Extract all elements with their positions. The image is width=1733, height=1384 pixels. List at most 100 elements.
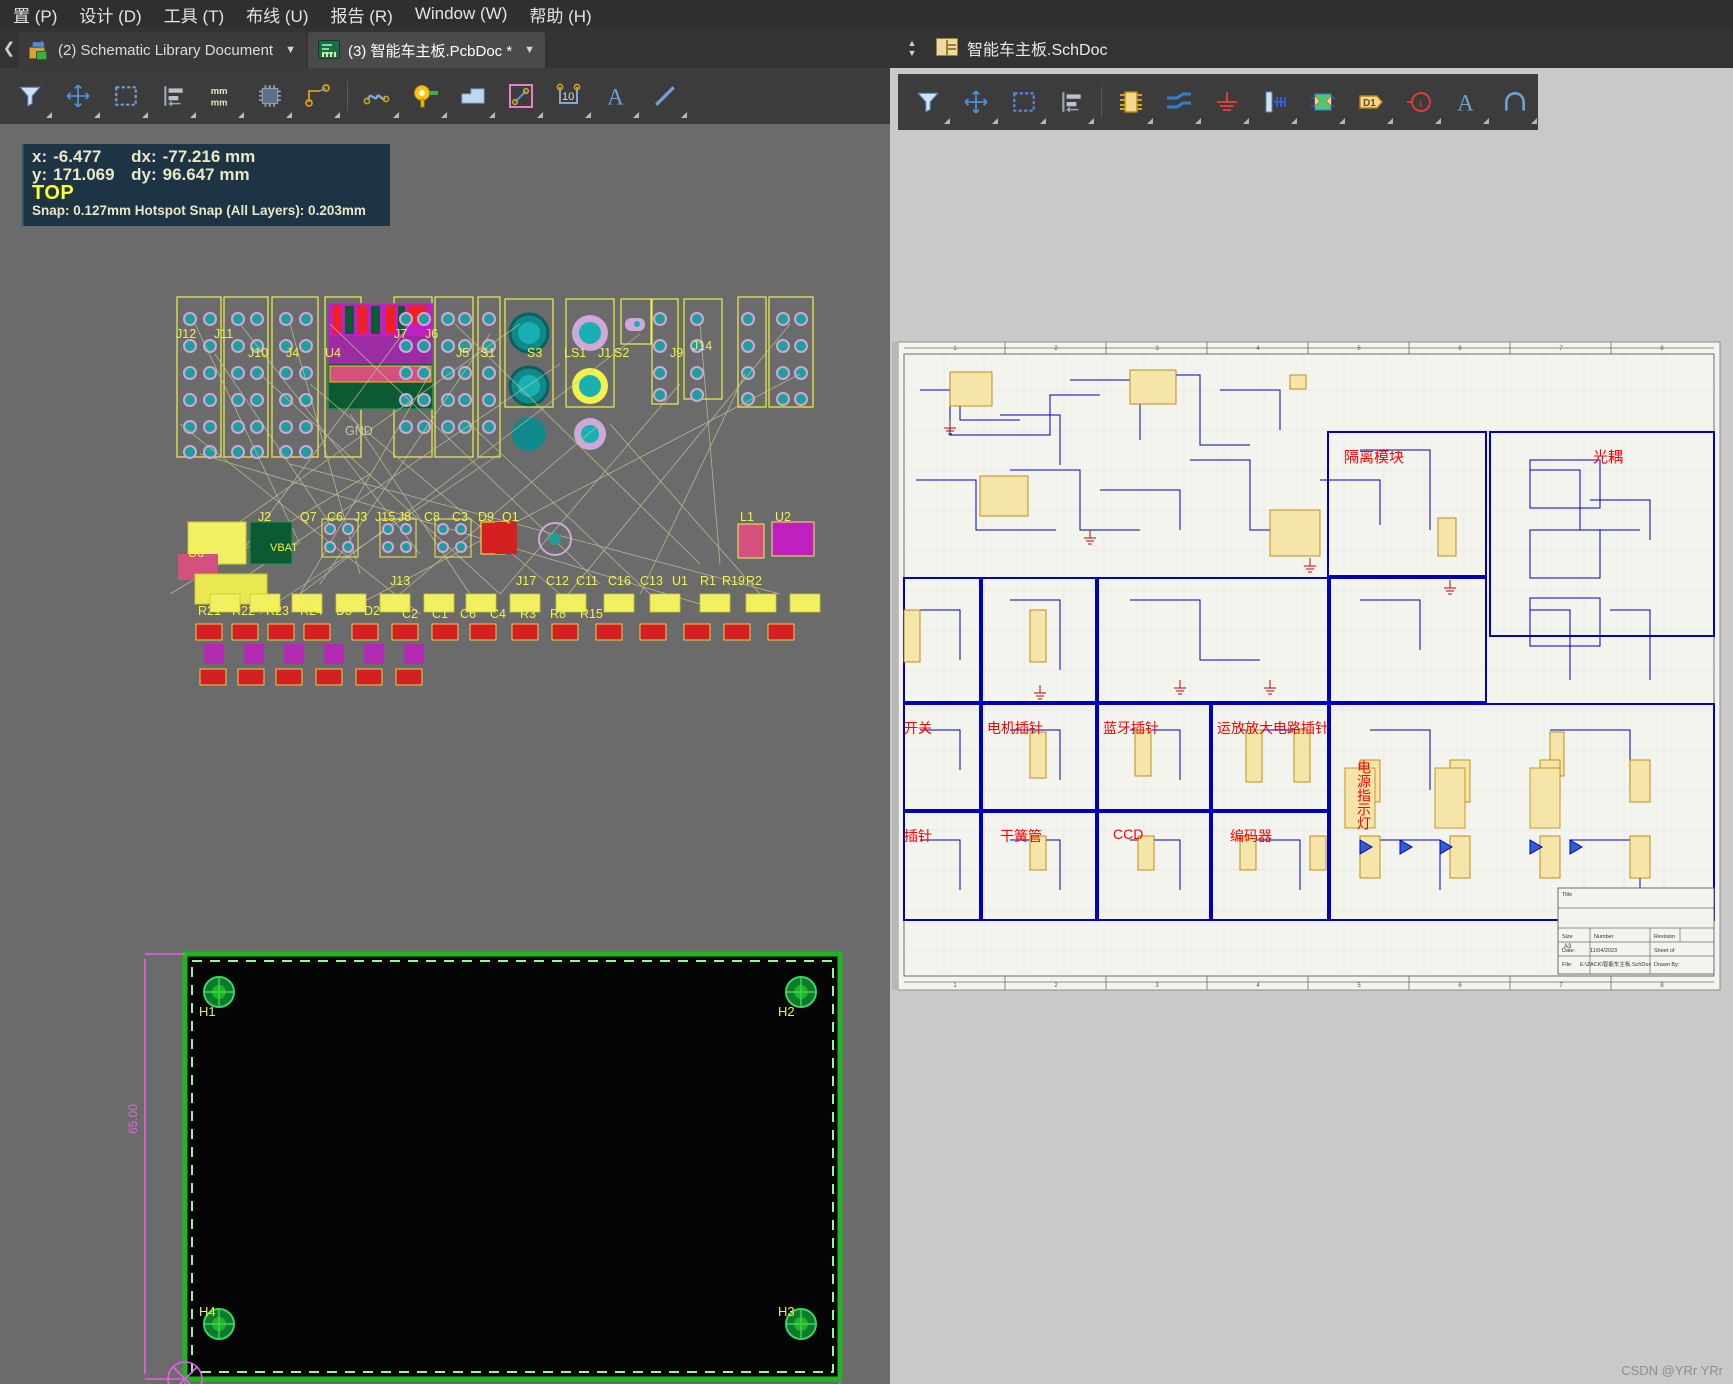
place-no-erc-icon[interactable]: i [1395,78,1443,126]
svg-text:D1: D1 [1363,98,1376,109]
pcb-canvas[interactable]: J12 J11 J10 J4 U4 J7 J6 J5 S1 S3 LS1 J1 … [0,124,890,1384]
pcb-designator: D3 [336,604,352,618]
place-polygon-icon[interactable] [449,72,497,120]
svg-text:Drawn By:: Drawn By: [1654,962,1680,968]
menu-item-help[interactable]: 帮助 (H) [518,0,602,29]
place-sheet-symbol-icon[interactable] [1251,78,1299,126]
tab-pcb-document[interactable]: (3) 智能车主板.PcbDoc * ▼ [307,32,546,68]
pcb-designator: J13 [390,574,411,588]
place-part-icon[interactable] [1107,78,1155,126]
pcb-designator: D2 [364,604,380,618]
chevron-down-icon[interactable]: ▼ [524,44,535,56]
schematic-block-label: 插针 [904,828,932,844]
menu-item-design[interactable]: 设计 (D) [68,0,152,29]
place-device-sheet-icon[interactable] [1299,78,1347,126]
place-route-icon[interactable] [353,72,401,120]
right-document-tab-strip: ▲ ▼ 智能车主板.SchDoc [890,28,1733,68]
pcb-designator: J10 [248,346,269,360]
select-area-icon[interactable] [102,72,150,120]
hud-dy-label: dy: [131,164,157,184]
pcb-designator: J2 [258,510,272,524]
pcb-designator: C6 [327,510,343,524]
tab-scroll-left-icon[interactable]: ❮ [0,28,18,68]
pcb-editor-pane: mm mm 10 A J12 J11 J10 J4 U4 J7 J6 J5 S1… [0,68,890,1384]
svg-text:Sheet of: Sheet of [1654,948,1675,954]
pcb-designator: J4 [286,346,300,360]
place-pad-icon[interactable] [401,72,449,120]
schematic-canvas[interactable]: 123 456 78 123 456 78 Title Size Number … [890,280,1733,1384]
place-line-icon[interactable] [497,72,545,120]
pcb-designator: R15 [580,607,603,621]
tab-spinner[interactable]: ▲ ▼ [904,39,920,58]
pcb-designator: R2 [746,574,762,588]
svg-text:mm: mm [211,86,228,96]
schematic-block-label: 光耦 [1593,449,1624,466]
menu-item-place[interactable]: 置 (P) [2,0,68,29]
place-string-icon[interactable]: A [593,72,641,120]
svg-text:Number: Number [1594,934,1614,940]
pcb-designator: D9 [478,510,494,524]
tab-schematic-library-document[interactable]: (2) Schematic Library Document ▼ [18,32,306,68]
menu-item-reports[interactable]: 报告 (R) [319,0,403,29]
pcb-designator: J8 [398,510,412,524]
filter-icon[interactable] [904,78,952,126]
svg-text:A: A [607,85,624,109]
schematic-block-label: 运放放大电路插针 [1217,720,1329,736]
filter-icon[interactable] [6,72,54,120]
schematic-block-label: 电机插针 [987,720,1043,736]
pcb-toolbar: mm mm 10 A [0,68,890,124]
menu-item-window[interactable]: Window (W) [404,2,519,26]
pcb-designator: S1 [480,346,496,360]
watermark: CSDN @YRr YRr [1621,1363,1723,1378]
place-track-icon[interactable] [294,72,342,120]
schematic-block-label: 干簧管 [1000,828,1042,844]
hud-y-label: y: [32,164,48,184]
place-gnd-power-port-icon[interactable] [1203,78,1251,126]
pcb-designator: J9 [670,346,684,360]
pcb-gnd-label: GND [345,424,373,438]
pcb-designator: L1 [740,510,754,524]
align-icon[interactable] [150,72,198,120]
place-dimension-icon[interactable]: 10 [545,72,593,120]
pcb-hole-label-h2: H2 [778,1004,795,1019]
pcb-designator: C8 [424,510,440,524]
pcb-designator: U4 [325,346,341,360]
pcb-designator: J17 [516,574,537,588]
pcb-designator: U1 [672,574,688,588]
place-component-icon[interactable] [246,72,294,120]
pcb-designator: R21 [198,604,221,618]
spinner-up-icon[interactable]: ▲ [908,39,917,48]
menu-item-route[interactable]: 布线 (U) [235,0,319,29]
altium-designer-window: 置 (P) 设计 (D) 工具 (T) 布线 (U) 报告 (R) Window… [0,0,1733,1384]
place-net-label-icon[interactable]: D1 [1347,78,1395,126]
place-bus-icon[interactable] [1155,78,1203,126]
tab-label: (2) Schematic Library Document [58,41,274,59]
svg-text:File:: File: [1562,962,1573,968]
spinner-down-icon[interactable]: ▼ [908,49,917,58]
pcb-designator: R23 [266,604,289,618]
pcb-hole-label-h1: H1 [199,1004,216,1019]
hud-snap-status: Snap: 0.127mm Hotspot Snap (All Layers):… [32,203,366,219]
pcb-dimension-height: 65.00 [126,1103,140,1134]
pcb-designator: J12 [176,327,197,341]
place-text-string-icon[interactable]: A [1443,78,1491,126]
align-icon[interactable] [1048,78,1096,126]
svg-text:A3: A3 [1564,944,1572,950]
tab-label: (3) 智能车主板.PcbDoc * [347,42,513,60]
tab-schematic-document[interactable]: 智能车主板.SchDoc [928,33,1115,63]
pcb-designator: S3 [527,346,543,360]
hud-dx-label: dx: [131,147,157,166]
svg-text:mm: mm [211,97,228,107]
place-arc-icon[interactable] [641,72,689,120]
place-arc-icon[interactable] [1491,78,1539,126]
move-icon[interactable] [952,78,1000,126]
pcb-designator: J15 [375,510,396,524]
measure-mm-icon[interactable]: mm mm [198,72,246,120]
pcb-designator: C4 [490,607,506,621]
chevron-down-icon[interactable]: ▼ [285,44,296,56]
pcb-designator: R8 [550,607,566,621]
pcb-designator: J11 [214,327,234,341]
move-icon[interactable] [54,72,102,120]
select-area-icon[interactable] [1000,78,1048,126]
menu-item-tools[interactable]: 工具 (T) [153,0,235,29]
